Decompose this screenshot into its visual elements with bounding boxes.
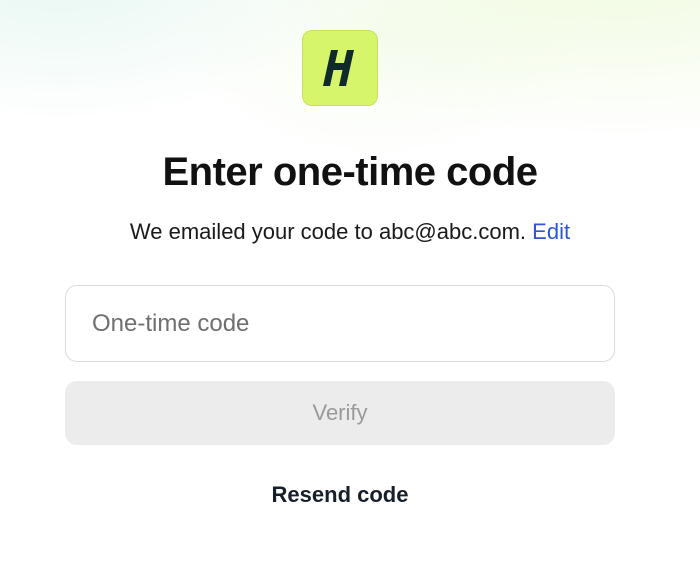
one-time-code-input[interactable] [65,285,615,362]
email-sent-text: We emailed your code to abc@abc.com. [129,219,527,244]
email-sent-message: We emailed your code to abc@abc.com. Edi… [0,218,700,246]
verify-button[interactable]: Verify [65,381,615,445]
brand-h-logo-icon [323,50,354,86]
otp-page: Enter one-time code We emailed your code… [0,0,700,588]
brand-logo [302,30,378,106]
resend-code-button[interactable]: Resend code [250,478,430,512]
edit-email-link[interactable]: Edit [532,219,570,244]
page-title: Enter one-time code [162,150,538,194]
